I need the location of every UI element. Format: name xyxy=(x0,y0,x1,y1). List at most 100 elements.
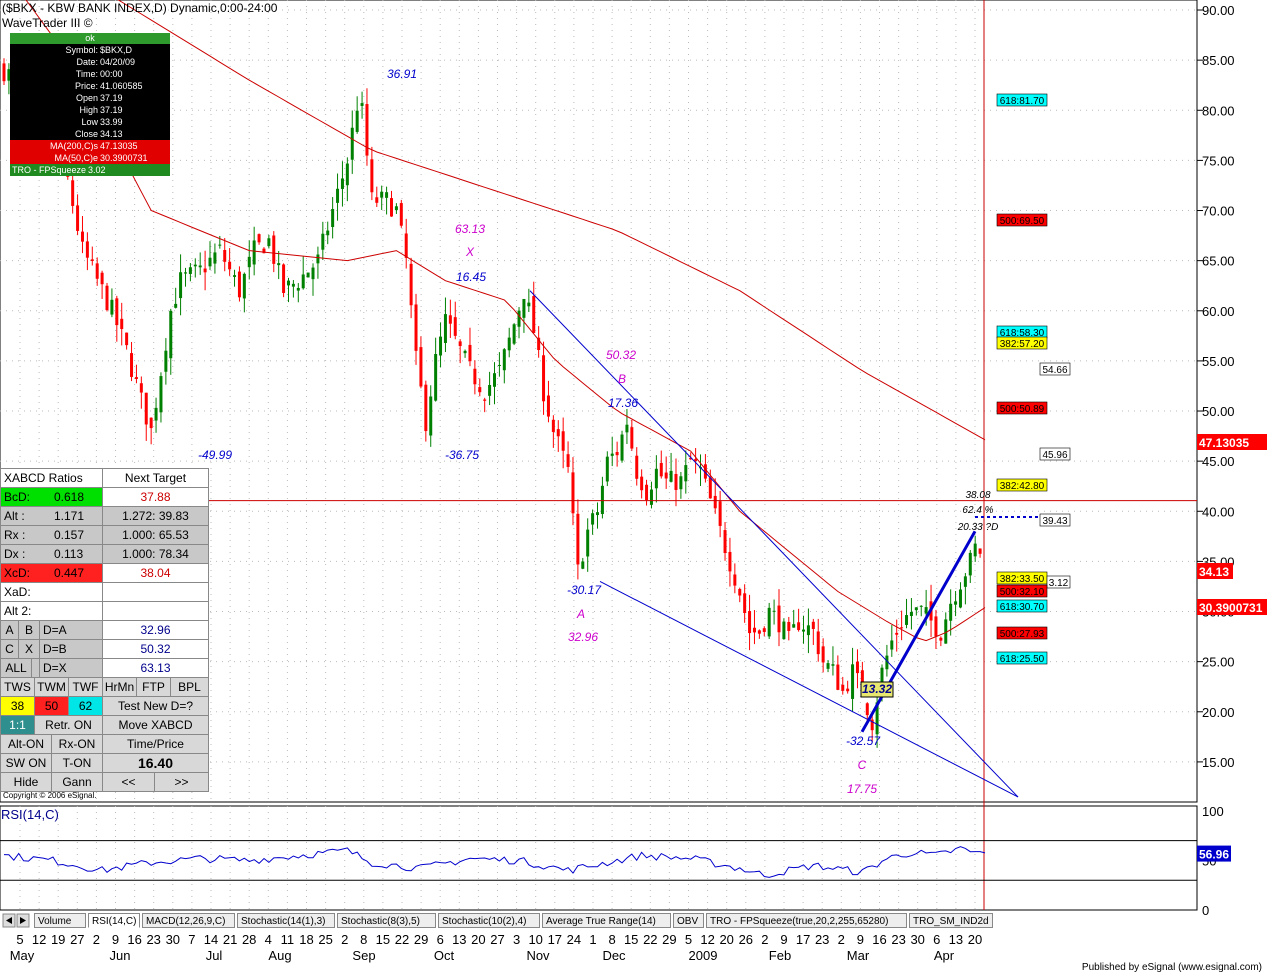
gann-button[interactable]: Gann xyxy=(52,773,103,791)
candle-body xyxy=(527,302,531,307)
candle-body xyxy=(733,574,737,586)
alt-on-button[interactable]: Alt-ON xyxy=(1,735,52,753)
candle-body xyxy=(267,238,271,247)
y-tick-label: 20.00 xyxy=(1202,705,1235,720)
candle-body xyxy=(517,310,521,327)
time-price-button[interactable]: Time/Price xyxy=(103,735,208,753)
x-tick-label: 16 xyxy=(127,932,141,947)
x-month-label: Oct xyxy=(434,948,455,963)
candle-body xyxy=(95,263,99,279)
y-tick-label: 55.00 xyxy=(1202,354,1235,369)
candle-body xyxy=(139,383,143,393)
candle-body xyxy=(360,103,364,106)
candle-body xyxy=(252,240,256,265)
move-xabcd-button[interactable]: Move XABCD xyxy=(103,716,208,734)
x-tick-label: 6 xyxy=(933,932,940,947)
tf-btn-0[interactable]: TWS xyxy=(1,678,35,696)
pattern-label: -30.17 xyxy=(567,583,602,597)
retr-on-button[interactable]: Retr. ON xyxy=(35,716,103,734)
candle-body xyxy=(600,485,604,515)
x-month-label: Nov xyxy=(526,948,550,963)
candle-body xyxy=(355,110,359,132)
rx-on-button[interactable]: Rx-ON xyxy=(52,735,103,753)
x-tick-label: 28 xyxy=(242,932,256,947)
candle-body xyxy=(193,264,197,267)
tf-btn-3[interactable]: HrMn xyxy=(103,678,137,696)
x-tick-label: 13 xyxy=(452,932,466,947)
target-row[interactable]: A B D=A 32.96 xyxy=(1,621,208,640)
candle-body xyxy=(242,273,246,299)
candle-body xyxy=(169,310,173,359)
candle-body xyxy=(159,376,163,413)
tab-3[interactable]: Stochastic(14(1),3) xyxy=(237,913,335,928)
candle-body xyxy=(968,552,972,576)
tf-btn-5[interactable]: BPL xyxy=(171,678,208,696)
candle-body xyxy=(183,272,187,274)
candle-body xyxy=(80,231,84,242)
candle-body xyxy=(389,198,393,217)
tab-2[interactable]: MACD(12,26,9,C) xyxy=(142,913,235,928)
tab-8[interactable]: TRO - FPSqueeze(true,20,2,255,65280) xyxy=(706,913,907,928)
pattern-label: 32.96 xyxy=(568,630,598,644)
candle-body xyxy=(488,384,492,396)
tf-val-2[interactable]: 62 xyxy=(69,697,103,715)
candle-body xyxy=(851,664,855,699)
pattern-label: A xyxy=(576,607,585,621)
x-tick-label: 24 xyxy=(567,932,581,947)
tf-val-0[interactable]: 38 xyxy=(1,697,35,715)
candle-body xyxy=(757,630,761,634)
x-tick-label: 9 xyxy=(112,932,119,947)
target-row[interactable]: C X D=B 50.32 xyxy=(1,640,208,659)
candle-body xyxy=(669,470,673,482)
tab-6[interactable]: Average True Range(14) xyxy=(542,913,671,928)
y-tick-label: 85.00 xyxy=(1202,53,1235,68)
x-tick-label: 29 xyxy=(414,932,428,947)
info-row: Close 34.13 xyxy=(74,129,123,139)
candle-body xyxy=(649,489,653,505)
x-tick-label: 27 xyxy=(70,932,84,947)
candle-body xyxy=(257,234,261,243)
x-tick-label: 16 xyxy=(872,932,886,947)
candle-body xyxy=(900,627,904,629)
tab-7[interactable]: OBV xyxy=(673,913,704,928)
tab-9[interactable]: TRO_SM_IND2d xyxy=(909,913,993,928)
x-tick-label: 22 xyxy=(643,932,657,947)
info-tro: TRO - FPSqueeze 3.02 xyxy=(10,164,170,176)
candle-body xyxy=(674,473,678,490)
hide-button[interactable]: Hide xyxy=(1,773,52,791)
candle-body xyxy=(233,275,237,277)
info-row: Date: 04/20/09 xyxy=(76,57,136,67)
ratio-11-button[interactable]: 1:1 xyxy=(1,716,35,734)
tab-1[interactable]: RSI(14,C) xyxy=(88,913,140,928)
candle-body xyxy=(846,688,850,692)
tf-btn-1[interactable]: TWM xyxy=(35,678,69,696)
tab-4[interactable]: Stochastic(8(3),5) xyxy=(337,913,436,928)
candle-body xyxy=(409,263,413,306)
tf-btn-2[interactable]: TWF xyxy=(69,678,103,696)
pattern-label: C xyxy=(858,758,867,772)
candle-body xyxy=(679,476,683,490)
candle-body xyxy=(635,455,639,479)
candle-body xyxy=(198,265,202,268)
candle-body xyxy=(2,63,6,82)
candle-body xyxy=(453,317,457,336)
prev-button[interactable]: << xyxy=(103,773,155,791)
next-button[interactable]: >> xyxy=(155,773,208,791)
sw-on-button[interactable]: SW ON xyxy=(1,754,52,772)
candle-body xyxy=(728,551,732,572)
pattern-label: -32.57 xyxy=(846,734,881,748)
candle-body xyxy=(340,178,344,189)
tab-5[interactable]: Stochastic(10(2),4) xyxy=(438,913,540,928)
rsi-last-label: 56.96 xyxy=(1199,848,1229,862)
target-row[interactable]: ALL D=X 63.13 xyxy=(1,659,208,678)
tab-0[interactable]: Volume xyxy=(34,913,86,928)
test-new-d-button[interactable]: Test New D=? xyxy=(103,697,208,715)
info-row: Time: 00:00 xyxy=(75,69,123,79)
x-tick-label: 21 xyxy=(223,932,237,947)
tf-val-1[interactable]: 50 xyxy=(35,697,69,715)
tf-btn-4[interactable]: FTP xyxy=(137,678,171,696)
x-tick-label: 1 xyxy=(589,932,596,947)
ratio-row: Alt :1.171 1.272: 39.83 xyxy=(1,507,208,526)
time-price-value[interactable]: 16.40 xyxy=(103,754,208,772)
t-on-button[interactable]: T-ON xyxy=(52,754,103,772)
